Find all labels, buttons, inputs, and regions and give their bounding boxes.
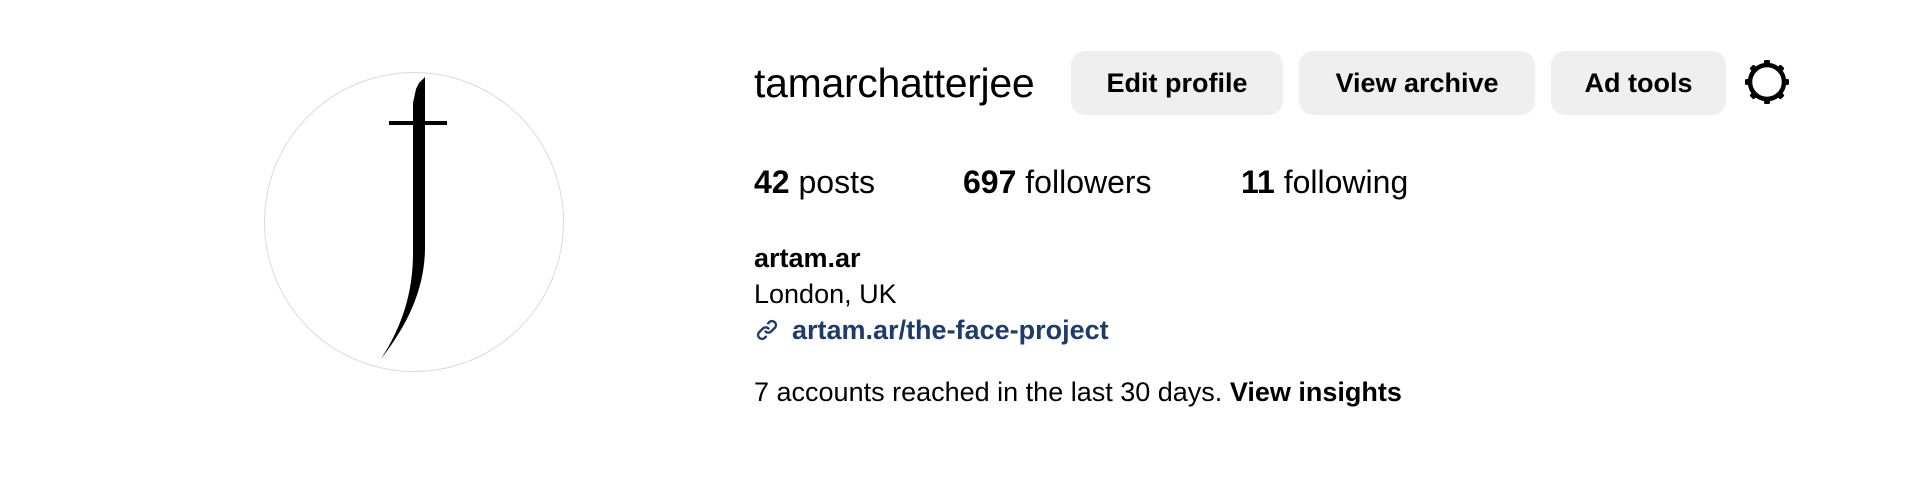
following-label: following [1283,164,1409,200]
posts-stat[interactable]: 42 posts [754,160,875,204]
posts-label: posts [798,164,875,200]
view-archive-button[interactable]: View archive [1299,51,1535,115]
following-stat[interactable]: 11 following [1241,160,1408,204]
username: tamarchatterjee [754,60,1035,106]
bio-name: artam.ar [754,243,861,273]
gear-icon [1745,60,1789,104]
link-icon [756,319,778,341]
following-count: 11 [1241,164,1275,200]
followers-count: 697 [963,164,1017,200]
insights-text: 7 accounts reached in the last 30 days. [754,377,1223,407]
avatar[interactable] [264,72,564,372]
bio-location: London, UK [754,279,897,309]
view-insights-link[interactable]: View insights [1230,377,1402,407]
ad-tools-button[interactable]: Ad tools [1551,51,1726,115]
profile-header: tamarchatterjee Edit profile View archiv… [0,0,1924,478]
followers-stat[interactable]: 697 followers [963,160,1152,204]
posts-count: 42 [754,164,790,200]
insights-summary: 7 accounts reached in the last 30 days. … [754,374,1402,410]
bio-website-link[interactable]: artam.ar/the-face-project [754,312,1109,348]
settings-button[interactable] [1742,57,1792,107]
edit-profile-button[interactable]: Edit profile [1071,51,1283,115]
followers-label: followers [1025,164,1152,200]
dagger-j-logo-icon [381,77,447,359]
bio-link-text: artam.ar/the-face-project [792,315,1109,345]
